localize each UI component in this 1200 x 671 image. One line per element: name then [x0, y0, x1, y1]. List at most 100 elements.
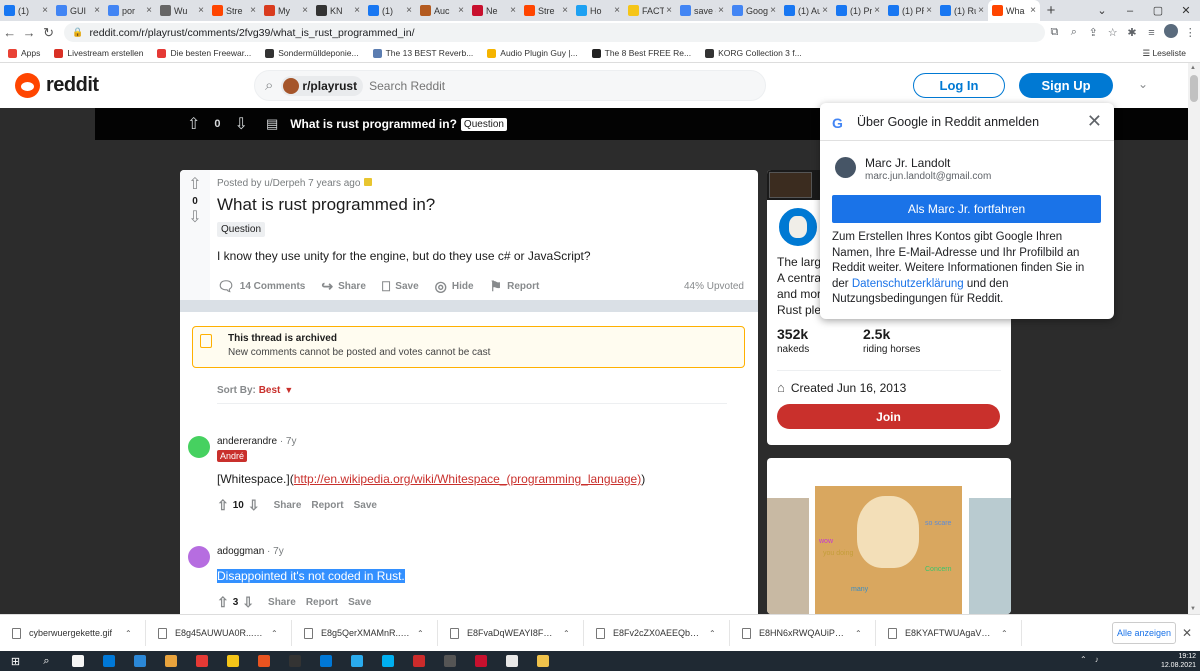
upvote-icon[interactable]: ⇧ [217, 594, 229, 611]
window-close-icon[interactable]: ✕ [1172, 4, 1200, 17]
comments-button[interactable]: 🗨 14 Comments [217, 278, 305, 295]
share-button[interactable]: ↪ Share [321, 278, 366, 295]
tab-search-icon[interactable]: ⌄ [1088, 4, 1116, 17]
taskbar-app-icon[interactable] [341, 651, 372, 671]
browser-tab[interactable]: Wha × [988, 0, 1040, 21]
browser-tab[interactable]: GUI × [52, 0, 104, 21]
tab-close-icon[interactable]: × [250, 5, 256, 16]
taskbar-app-icon[interactable] [434, 651, 465, 671]
tab-close-icon[interactable]: × [770, 5, 776, 16]
chevron-up-icon[interactable]: ⌃ [417, 629, 424, 638]
browser-tab[interactable]: My × [260, 0, 312, 21]
bookmark-star-icon[interactable]: ☆ [1103, 26, 1122, 39]
upvote-icon[interactable]: ⇧ [217, 497, 229, 514]
chevron-up-icon[interactable]: ⌃ [709, 629, 716, 638]
download-item[interactable]: E8HN6xRWQAUiPYs.jfif ⌃ [730, 620, 876, 646]
tab-close-icon[interactable]: × [978, 5, 984, 16]
browser-tab[interactable]: Google× [728, 0, 780, 21]
extensions-icon[interactable]: ✱ [1122, 26, 1141, 39]
download-item[interactable]: E8Fv2cZX0AEEQb0.jfif ⌃ [584, 620, 730, 646]
scroll-up-icon[interactable]: ▲ [1190, 65, 1196, 71]
tab-close-icon[interactable]: × [822, 5, 828, 16]
address-bar[interactable]: 🔒 reddit.com/r/playrust/comments/2fvg39/… [64, 23, 1045, 42]
sort-dropdown[interactable]: Sort By: Best ▼ [217, 385, 293, 396]
browser-tab[interactable]: (1) Proj× [832, 0, 884, 21]
chevron-up-icon[interactable]: ⌃ [563, 629, 570, 638]
download-item[interactable]: E8FvaDqWEAYI8FD.jfif ⌃ [438, 620, 584, 646]
bookmark-item[interactable]: The 13 BEST Reverb... [372, 48, 473, 58]
downvote-icon[interactable]: ⇩ [188, 209, 201, 227]
browser-tab[interactable]: Stre × [208, 0, 260, 21]
profile-icon[interactable] [1161, 24, 1180, 41]
tab-close-icon[interactable]: × [614, 5, 620, 16]
privacy-link[interactable]: Datenschutzerklärung [852, 278, 964, 290]
bookmark-item[interactable]: Sondermülldeponie... [265, 48, 359, 58]
reddit-logo[interactable]: reddit [15, 73, 99, 98]
tab-close-icon[interactable]: × [302, 5, 308, 16]
browser-tab[interactable]: KN × [312, 0, 364, 21]
browser-tab[interactable]: (1) × [364, 0, 416, 21]
tab-close-icon[interactable]: × [198, 5, 204, 16]
taskbar-app-icon[interactable] [186, 651, 217, 671]
chevron-up-icon[interactable]: ⌃ [271, 629, 278, 638]
comment-save-button[interactable]: Save [354, 500, 377, 511]
tab-close-icon[interactable]: × [146, 5, 152, 16]
taskbar-clock[interactable]: 19:12 12.08.2021 [1161, 652, 1196, 670]
search-bar[interactable]: ⌕ r/playrust [254, 70, 766, 101]
bookmark-item[interactable]: Audio Plugin Guy |... [487, 48, 578, 58]
download-item[interactable]: E8KYAFTWUAgaVmK.jfif ⌃ [876, 620, 1022, 646]
browser-tab[interactable]: Ho × [572, 0, 624, 21]
downvote-icon[interactable]: ⇩ [248, 497, 260, 514]
taskbar-app-icon[interactable] [124, 651, 155, 671]
tab-close-icon[interactable]: × [1030, 5, 1036, 16]
taskbar-app-icon[interactable] [496, 651, 527, 671]
downvote-icon[interactable]: ⇩ [235, 114, 248, 134]
post-author-line[interactable]: Posted by u/Derpeh 7 years ago [217, 178, 360, 189]
upvote-icon[interactable]: ⇧ [188, 176, 201, 194]
tab-close-icon[interactable]: × [354, 5, 360, 16]
report-button[interactable]: ⚑ Report [490, 278, 540, 295]
windows-start-icon[interactable]: ⊞ [0, 651, 31, 671]
comment-report-button[interactable]: Report [306, 597, 338, 608]
browser-tab[interactable]: FACT C× [624, 0, 676, 21]
browser-menu-icon[interactable]: ⋮ [1181, 26, 1200, 39]
comment-report-button[interactable]: Report [311, 500, 343, 511]
bookmark-item[interactable]: KORG Collection 3 f... [705, 48, 802, 58]
taskbar-app-icon[interactable] [279, 651, 310, 671]
tab-close-icon[interactable]: × [718, 5, 724, 16]
comment-share-button[interactable]: Share [268, 597, 296, 608]
tab-close-icon[interactable]: × [562, 5, 568, 16]
avatar[interactable] [188, 546, 210, 568]
forward-icon[interactable]: → [19, 25, 38, 40]
continue-as-button[interactable]: Als Marc Jr. fortfahren [832, 195, 1101, 223]
media-icon[interactable]: ≡ [1142, 27, 1161, 39]
comment-share-button[interactable]: Share [274, 500, 302, 511]
tab-close-icon[interactable]: × [510, 5, 516, 16]
close-icon[interactable]: ✕ [1182, 626, 1192, 640]
hide-button[interactable]: ◎ Hide [435, 278, 474, 295]
browser-tab[interactable]: Auc × [416, 0, 468, 21]
show-all-downloads-button[interactable]: Alle anzeigen [1112, 622, 1176, 644]
login-button[interactable]: Log In [913, 73, 1005, 98]
taskbar-app-icon[interactable] [372, 651, 403, 671]
browser-tab[interactable]: save ou× [676, 0, 728, 21]
search-icon[interactable]: ⌕ [31, 651, 62, 671]
taskbar-app-icon[interactable] [93, 651, 124, 671]
close-icon[interactable]: ✕ [1087, 111, 1102, 132]
chevron-up-icon[interactable]: ⌃ [855, 629, 862, 638]
bookmark-item[interactable]: The 8 Best FREE Re... [591, 48, 691, 58]
chevron-down-icon[interactable]: ⌄ [1138, 77, 1148, 91]
taskbar-app-icon[interactable] [527, 651, 558, 671]
join-button[interactable]: Join [777, 404, 1000, 429]
tab-close-icon[interactable]: × [874, 5, 880, 16]
downvote-icon[interactable]: ⇩ [242, 594, 254, 611]
post-flair[interactable]: Question [217, 222, 266, 237]
translate-icon[interactable]: ⧉ [1045, 26, 1064, 39]
browser-tab[interactable]: (1) PRTC× [884, 0, 936, 21]
subreddit-chip[interactable]: r/playrust [281, 75, 364, 96]
tab-close-icon[interactable]: × [666, 5, 672, 16]
search-input[interactable] [369, 78, 670, 93]
taskbar-app-icon[interactable] [62, 651, 93, 671]
zoom-icon[interactable]: ⌕ [1064, 26, 1083, 39]
new-tab-button[interactable]: + [1040, 2, 1062, 19]
